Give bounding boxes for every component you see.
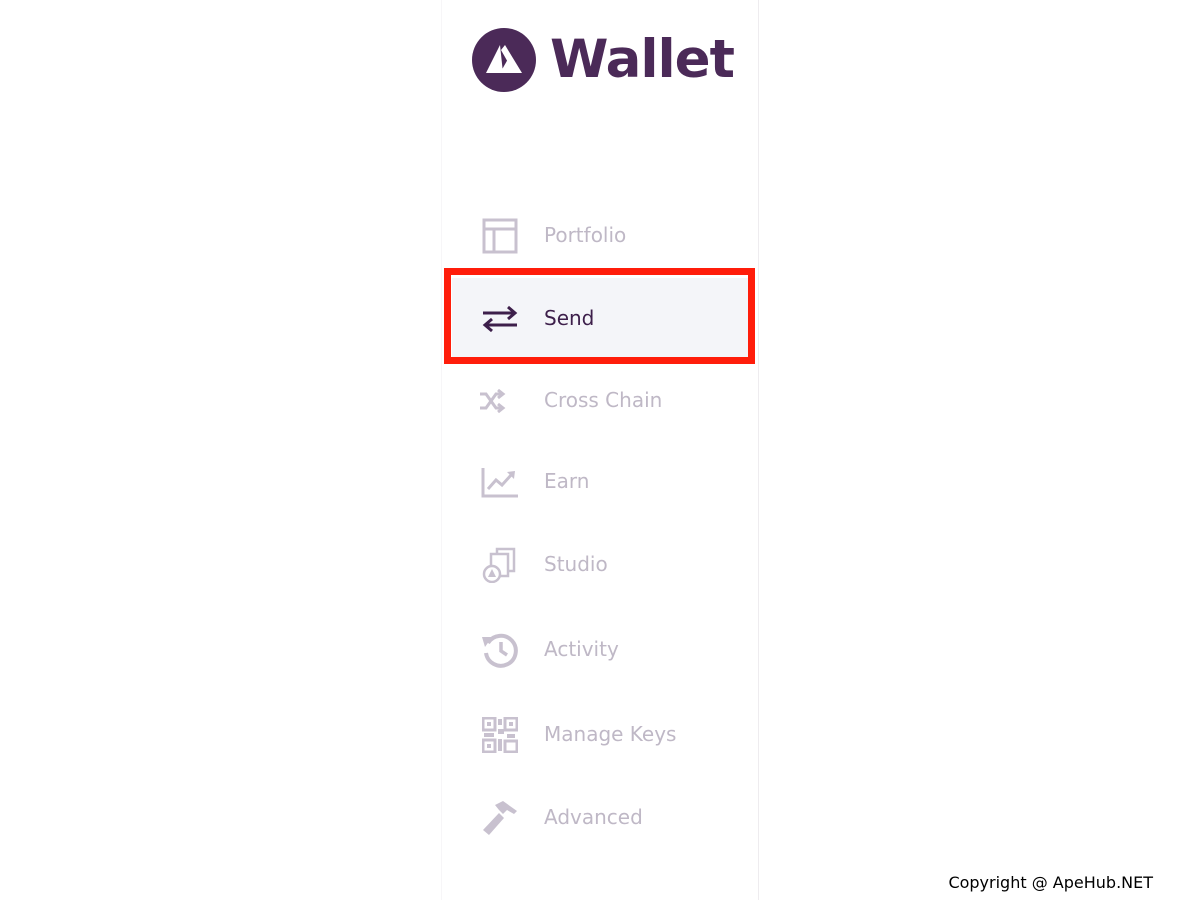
shuffle-icon [480, 382, 519, 420]
sidebar-item-label: Studio [544, 552, 608, 576]
sidebar-item-label: Cross Chain [544, 388, 663, 412]
avalanche-logo-icon [472, 28, 536, 92]
brand-name: Wallet [550, 29, 735, 90]
sidebar-item-label: Send [544, 306, 595, 330]
history-icon [481, 631, 519, 669]
chart-trend-icon [481, 463, 519, 501]
wallet-logo[interactable]: Wallet [472, 28, 735, 92]
sidebar-item-label: Advanced [544, 805, 643, 829]
sidebar-item-advanced[interactable]: Advanced [452, 777, 748, 857]
sidebar-item-earn[interactable]: Earn [452, 441, 748, 521]
sidebar-item-label: Activity [544, 637, 619, 661]
copyright-text: Copyright @ ApeHub.NET [948, 873, 1153, 892]
studio-icon [481, 546, 519, 584]
sidebar-item-label: Manage Keys [544, 722, 677, 746]
sidebar-item-portfolio[interactable]: Portfolio [452, 195, 748, 275]
portfolio-icon [481, 217, 519, 255]
sidebar-item-label: Portfolio [544, 223, 627, 247]
hammer-icon [481, 799, 519, 837]
qr-code-icon [481, 716, 519, 754]
sidebar-item-activity[interactable]: Activity [452, 609, 748, 689]
sidebar-item-label: Earn [544, 469, 590, 493]
transfer-arrows-icon [481, 300, 519, 338]
sidebar-item-cross-chain[interactable]: Cross Chain [452, 360, 748, 440]
sidebar-item-studio[interactable]: Studio [452, 524, 748, 604]
sidebar-item-manage-keys[interactable]: Manage Keys [452, 694, 748, 774]
sidebar-item-send[interactable]: Send [452, 278, 748, 358]
